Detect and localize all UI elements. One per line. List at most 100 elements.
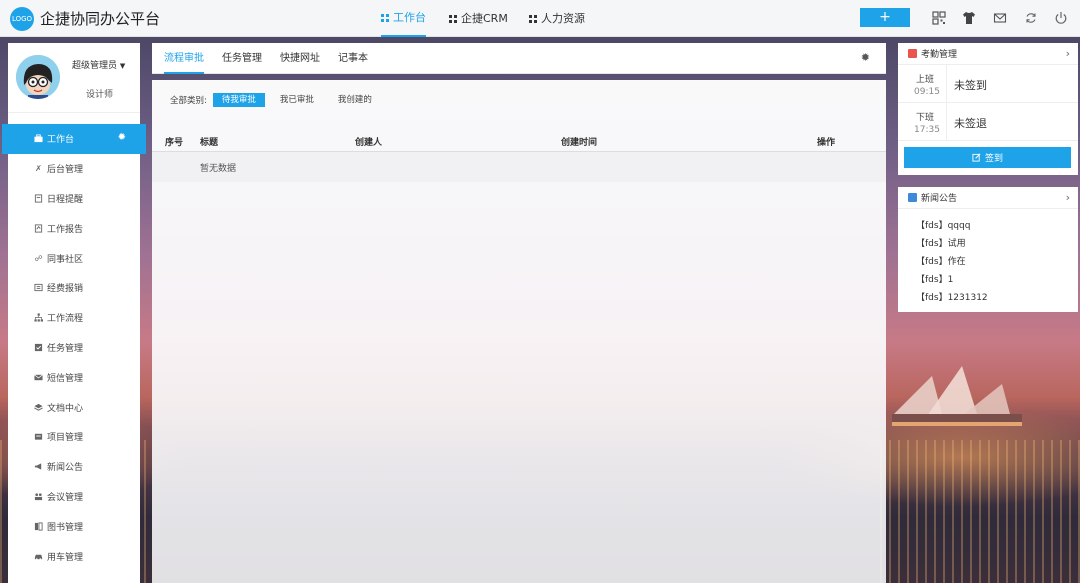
- theme-shirt-icon[interactable]: [962, 11, 976, 25]
- project-icon: [34, 434, 43, 441]
- column-header-title: 标题: [200, 138, 219, 148]
- sidebar-item-docs[interactable]: 文档中心: [8, 392, 146, 422]
- sidebar-item-report[interactable]: 工作报告: [8, 213, 146, 243]
- grid-icon: [381, 13, 389, 22]
- main-tab-bar: 流程审批 任务管理 快捷网址 记事本 ✹: [152, 43, 886, 74]
- sidebar-item-label: 新闻公告: [47, 463, 84, 474]
- sidebar-item-label: 项目管理: [47, 433, 84, 444]
- attendance-status: 未签到: [954, 79, 987, 92]
- megaphone-icon: [34, 463, 42, 470]
- tab-notepad[interactable]: 记事本: [338, 43, 368, 74]
- refresh-icon[interactable]: [1024, 11, 1038, 25]
- community-icon: ☍: [34, 253, 43, 263]
- user-profile: 超级管理员 ▼ 设计师: [8, 43, 140, 113]
- attendance-card-header: 考勤管理 ›: [898, 43, 1078, 65]
- sidebar-menu: 工作台 ✹ ✗ 后台管理 日程提醒 工作报告 ☍ 同事社区 经费报销 工作流程: [2, 124, 146, 571]
- news-item[interactable]: 【fds】1231312: [916, 289, 1078, 307]
- nav-tab-label: 人力资源: [541, 12, 585, 25]
- column-header-actions: 操作: [817, 138, 836, 148]
- nav-tab-workbench[interactable]: 工作台: [381, 0, 426, 37]
- layers-icon: [34, 403, 43, 411]
- column-header-index: 序号: [165, 138, 184, 148]
- grid-icon: [529, 14, 537, 23]
- column-header-creator: 创建人: [355, 138, 383, 148]
- opera-house-silhouette: [892, 366, 1022, 426]
- sidebar-item-expense[interactable]: 经费报销: [8, 273, 146, 303]
- sidebar-item-workflow[interactable]: 工作流程: [8, 303, 146, 333]
- sidebar: 超级管理员 ▼ 设计师 工作台 ✹ ✗ 后台管理 日程提醒 工作报告 ☍ 同事社…: [2, 43, 146, 583]
- mail-icon[interactable]: [993, 11, 1007, 25]
- sidebar-item-admin[interactable]: ✗ 后台管理: [8, 154, 146, 184]
- gear-icon[interactable]: ✹: [118, 132, 126, 143]
- attendance-card: 考勤管理 › 上班 09:15 未签到 下班 17:35 未签退 签到: [898, 43, 1078, 175]
- filter-pending-approval[interactable]: 待我审批: [212, 93, 265, 107]
- expense-icon: [34, 284, 43, 292]
- attendance-row-checkout: 下班 17:35 未签退: [898, 103, 1078, 141]
- nav-tab-label: 工作台: [393, 11, 426, 24]
- main-panel: 全部类别: 待我审批 我已审批 我创建的 序号 标题 创建人 创建时间 操作 暂…: [152, 80, 886, 583]
- briefcase-icon: [34, 134, 43, 143]
- attendance-label: 上班: [916, 75, 935, 85]
- empty-text: 暂无数据: [200, 164, 237, 174]
- tab-quick-links[interactable]: 快捷网址: [280, 43, 320, 74]
- sidebar-item-meeting[interactable]: 会议管理: [8, 482, 146, 512]
- news-item[interactable]: 【fds】qqqq: [916, 217, 1078, 235]
- sidebar-item-label: 日程提醒: [47, 194, 84, 205]
- news-list: 【fds】qqqq 【fds】试用 【fds】作在 【fds】1 【fds】12…: [898, 209, 1078, 307]
- sidebar-item-label: 工作报告: [47, 224, 84, 235]
- username-dropdown[interactable]: 超级管理员 ▼: [72, 58, 125, 71]
- news-item[interactable]: 【fds】1: [916, 271, 1078, 289]
- attendance-time: 09:15: [914, 87, 940, 97]
- sidebar-item-sms[interactable]: 短信管理: [8, 362, 146, 392]
- sidebar-item-library[interactable]: 图书管理: [8, 511, 146, 541]
- top-bar: LOGO 企捷协同办公平台 工作台 企捷CRM 人力资源 +: [0, 0, 1080, 37]
- sidebar-item-workbench[interactable]: 工作台 ✹: [2, 124, 146, 154]
- book-icon: [34, 522, 43, 531]
- qrcode-icon[interactable]: [932, 11, 946, 25]
- attendance-time: 17:35: [914, 125, 940, 135]
- sidebar-item-project[interactable]: 项目管理: [8, 422, 146, 452]
- sidebar-item-task[interactable]: 任务管理: [8, 333, 146, 363]
- tools-icon: ✗: [35, 164, 42, 174]
- add-button[interactable]: +: [860, 8, 910, 27]
- news-card: 新闻公告 › 【fds】qqqq 【fds】试用 【fds】作在 【fds】1 …: [898, 187, 1078, 312]
- table-header: 序号 标题 创建人 创建时间 操作: [152, 130, 886, 152]
- sidebar-item-label: 后台管理: [47, 165, 84, 176]
- sidebar-item-label: 图书管理: [47, 522, 84, 533]
- filter-approved[interactable]: 我已审批: [271, 93, 323, 107]
- tab-workflow-approval[interactable]: 流程审批: [164, 43, 204, 74]
- sidebar-item-label: 经费报销: [47, 284, 84, 295]
- nav-tab-crm[interactable]: 企捷CRM: [449, 0, 508, 37]
- news-item[interactable]: 【fds】作在: [916, 253, 1078, 271]
- filter-label: 全部类别:: [170, 96, 207, 106]
- tab-task-management[interactable]: 任务管理: [222, 43, 262, 74]
- sidebar-item-community[interactable]: ☍ 同事社区: [8, 243, 146, 273]
- task-icon: [34, 343, 43, 352]
- car-icon: [34, 554, 43, 560]
- sidebar-item-label: 用车管理: [47, 552, 84, 563]
- news-item[interactable]: 【fds】试用: [916, 235, 1078, 253]
- sidebar-item-schedule[interactable]: 日程提醒: [8, 184, 146, 214]
- report-icon: [34, 224, 43, 233]
- grid-icon: [449, 14, 457, 23]
- sidebar-item-vehicle[interactable]: 用车管理: [8, 541, 146, 571]
- gear-icon[interactable]: ✹: [861, 51, 870, 64]
- meeting-icon: [34, 493, 43, 501]
- power-icon[interactable]: [1054, 11, 1068, 25]
- sign-in-button[interactable]: 签到: [904, 147, 1071, 168]
- edit-icon: [972, 153, 981, 162]
- attendance-icon: [908, 49, 917, 58]
- user-role: 设计师: [86, 90, 114, 100]
- chevron-right-icon[interactable]: ›: [1066, 47, 1070, 60]
- chevron-right-icon[interactable]: ›: [1066, 191, 1070, 204]
- nav-tab-hr[interactable]: 人力资源: [529, 0, 585, 37]
- attendance-label: 下班: [916, 113, 935, 123]
- attendance-row-checkin: 上班 09:15 未签到: [898, 65, 1078, 103]
- sidebar-item-news[interactable]: 新闻公告: [8, 452, 146, 482]
- nav-tab-label: 企捷CRM: [461, 12, 508, 25]
- avatar[interactable]: [16, 55, 60, 99]
- filter-created-by-me[interactable]: 我创建的: [329, 93, 381, 107]
- sidebar-item-label: 文档中心: [47, 403, 84, 414]
- flow-icon: [34, 313, 43, 322]
- sidebar-item-label: 短信管理: [47, 373, 84, 384]
